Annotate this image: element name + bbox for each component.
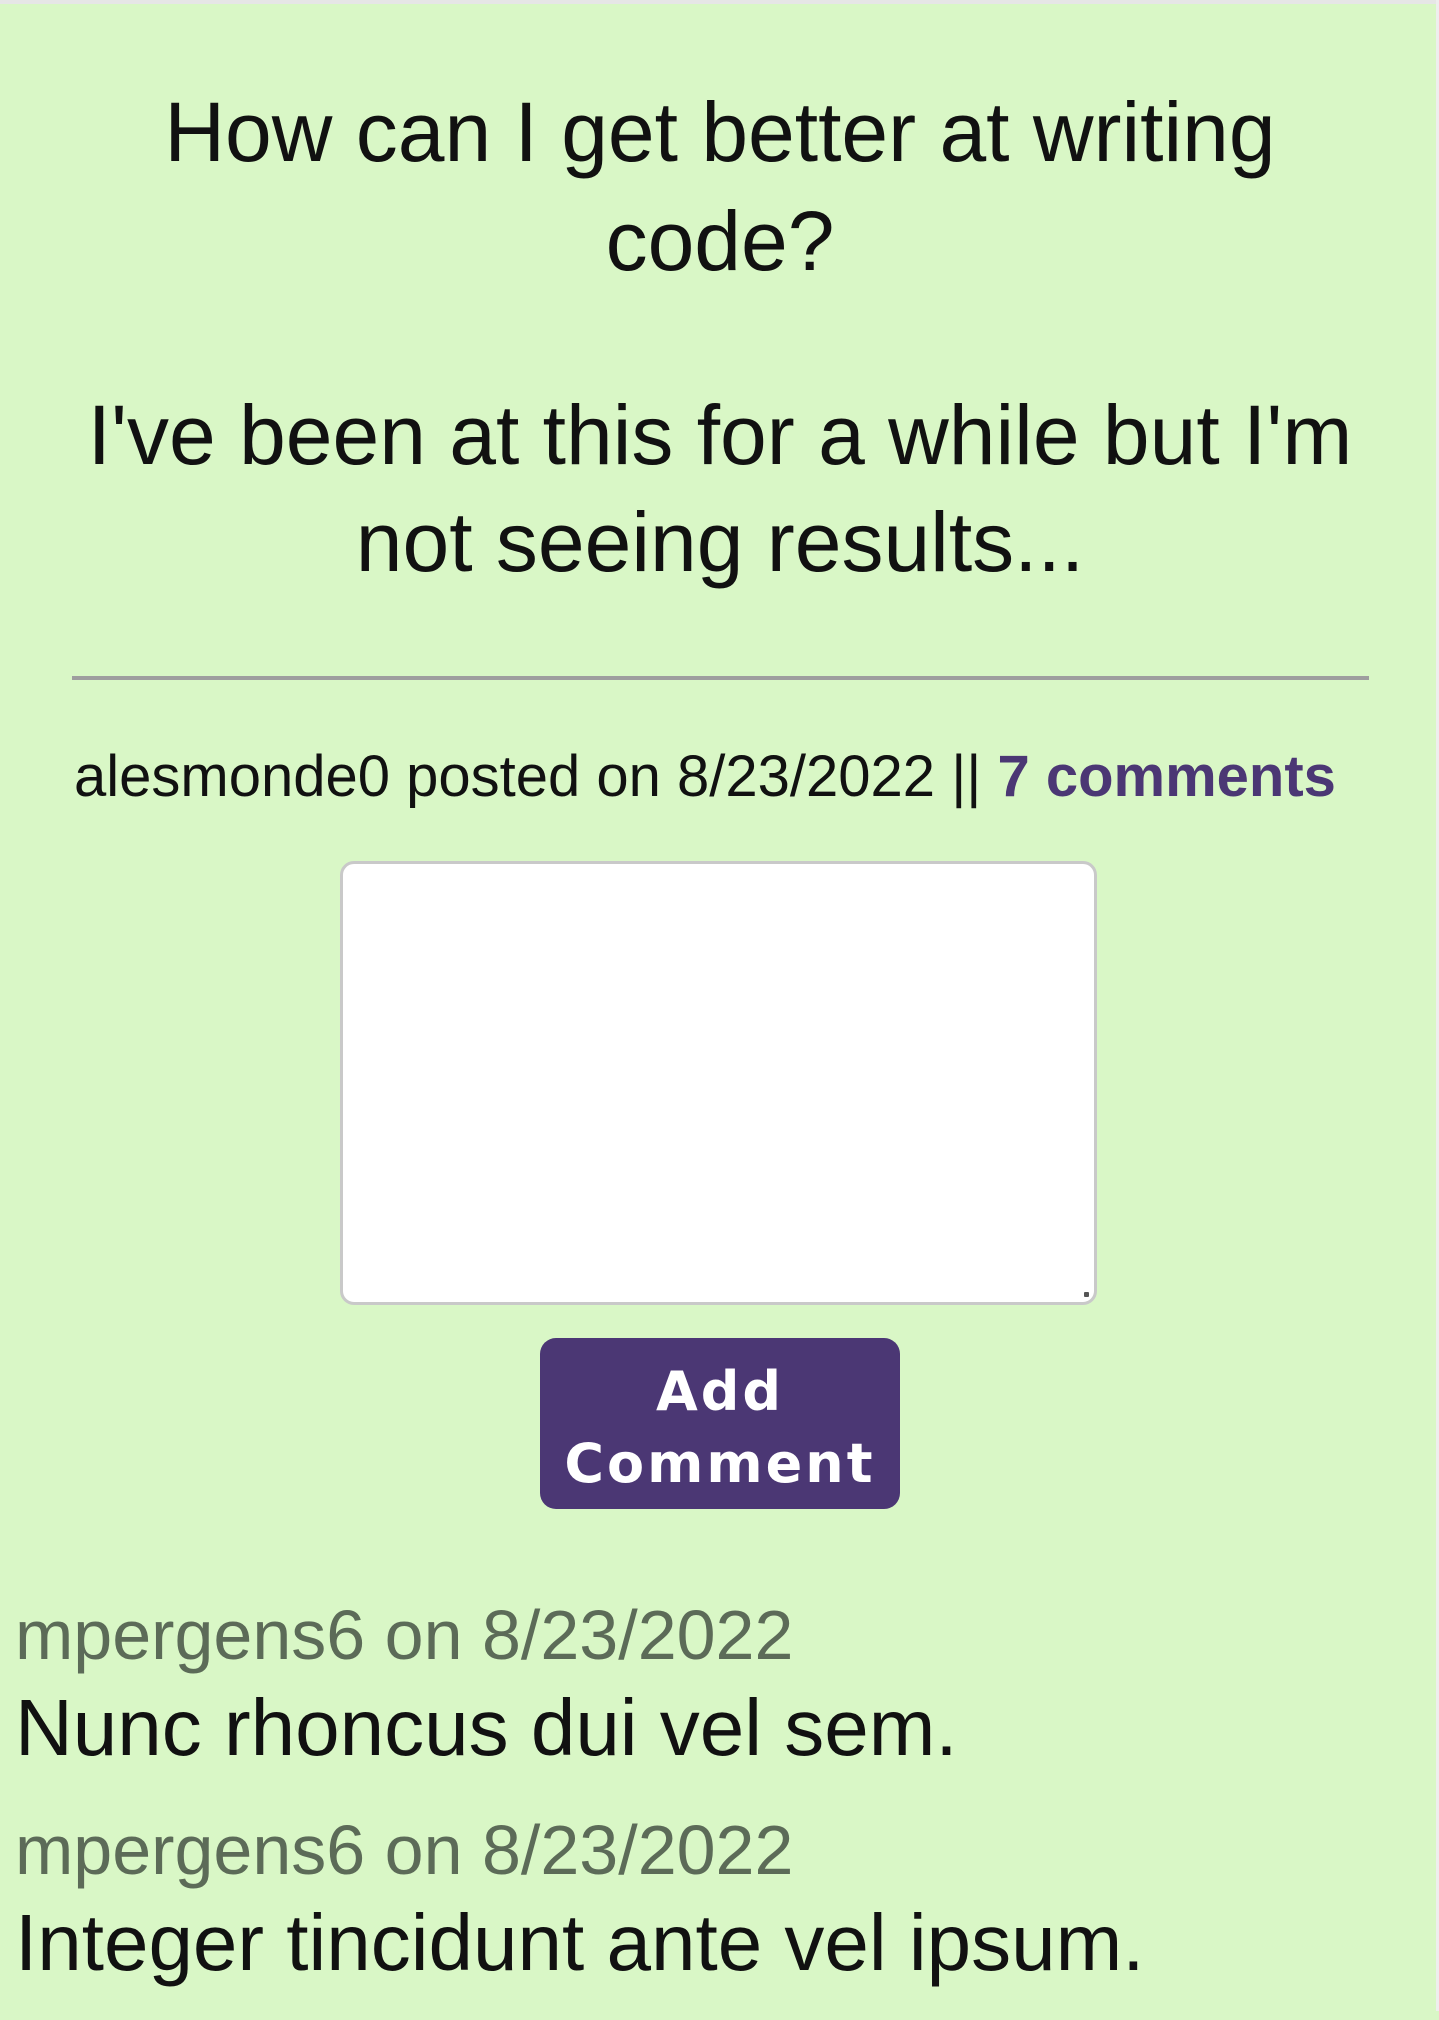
post-meta: alesmonde0 posted on 8/23/2022 || 7 comm… xyxy=(74,742,1374,812)
comment-on-label: on xyxy=(384,1811,463,1889)
comment-textarea[interactable] xyxy=(340,861,1097,1305)
meta-separator: || xyxy=(951,744,982,809)
comment-item: mpergens6 on 8/23/2022 Integer tincidunt… xyxy=(15,1805,1415,1990)
comment-author: mpergens6 xyxy=(15,1811,366,1889)
comment-author: mpergens6 xyxy=(15,1596,366,1674)
comment-date: 8/23/2022 xyxy=(482,1596,794,1674)
comment-meta: mpergens6 on 8/23/2022 xyxy=(15,1590,1415,1680)
post-date: 8/23/2022 xyxy=(677,744,936,809)
comment-item: mpergens6 on 8/23/2022 Nunc rhoncus dui … xyxy=(15,1590,1415,1775)
top-border xyxy=(0,0,1439,4)
comment-meta: mpergens6 on 8/23/2022 xyxy=(15,1805,1415,1895)
comments-list: mpergens6 on 8/23/2022 Nunc rhoncus dui … xyxy=(15,1590,1415,2020)
post-author: alesmonde0 xyxy=(74,744,390,809)
post-body: I've been at this for a while but I'm no… xyxy=(87,388,1353,589)
comments-count-link[interactable]: 7 comments xyxy=(997,744,1335,809)
posted-label: posted on xyxy=(406,744,661,809)
comment-text: Integer tincidunt ante vel ipsum. xyxy=(15,1898,1145,1987)
post-title: How can I get better at writing code? xyxy=(164,85,1276,288)
post-divider xyxy=(72,676,1369,680)
comment-date: 8/23/2022 xyxy=(482,1811,794,1889)
comment-on-label: on xyxy=(384,1596,463,1674)
comment-text: Nunc rhoncus dui vel sem. xyxy=(15,1683,958,1772)
add-comment-button[interactable]: Add Comment xyxy=(540,1338,900,1509)
resize-handle-icon[interactable] xyxy=(1084,1292,1089,1297)
